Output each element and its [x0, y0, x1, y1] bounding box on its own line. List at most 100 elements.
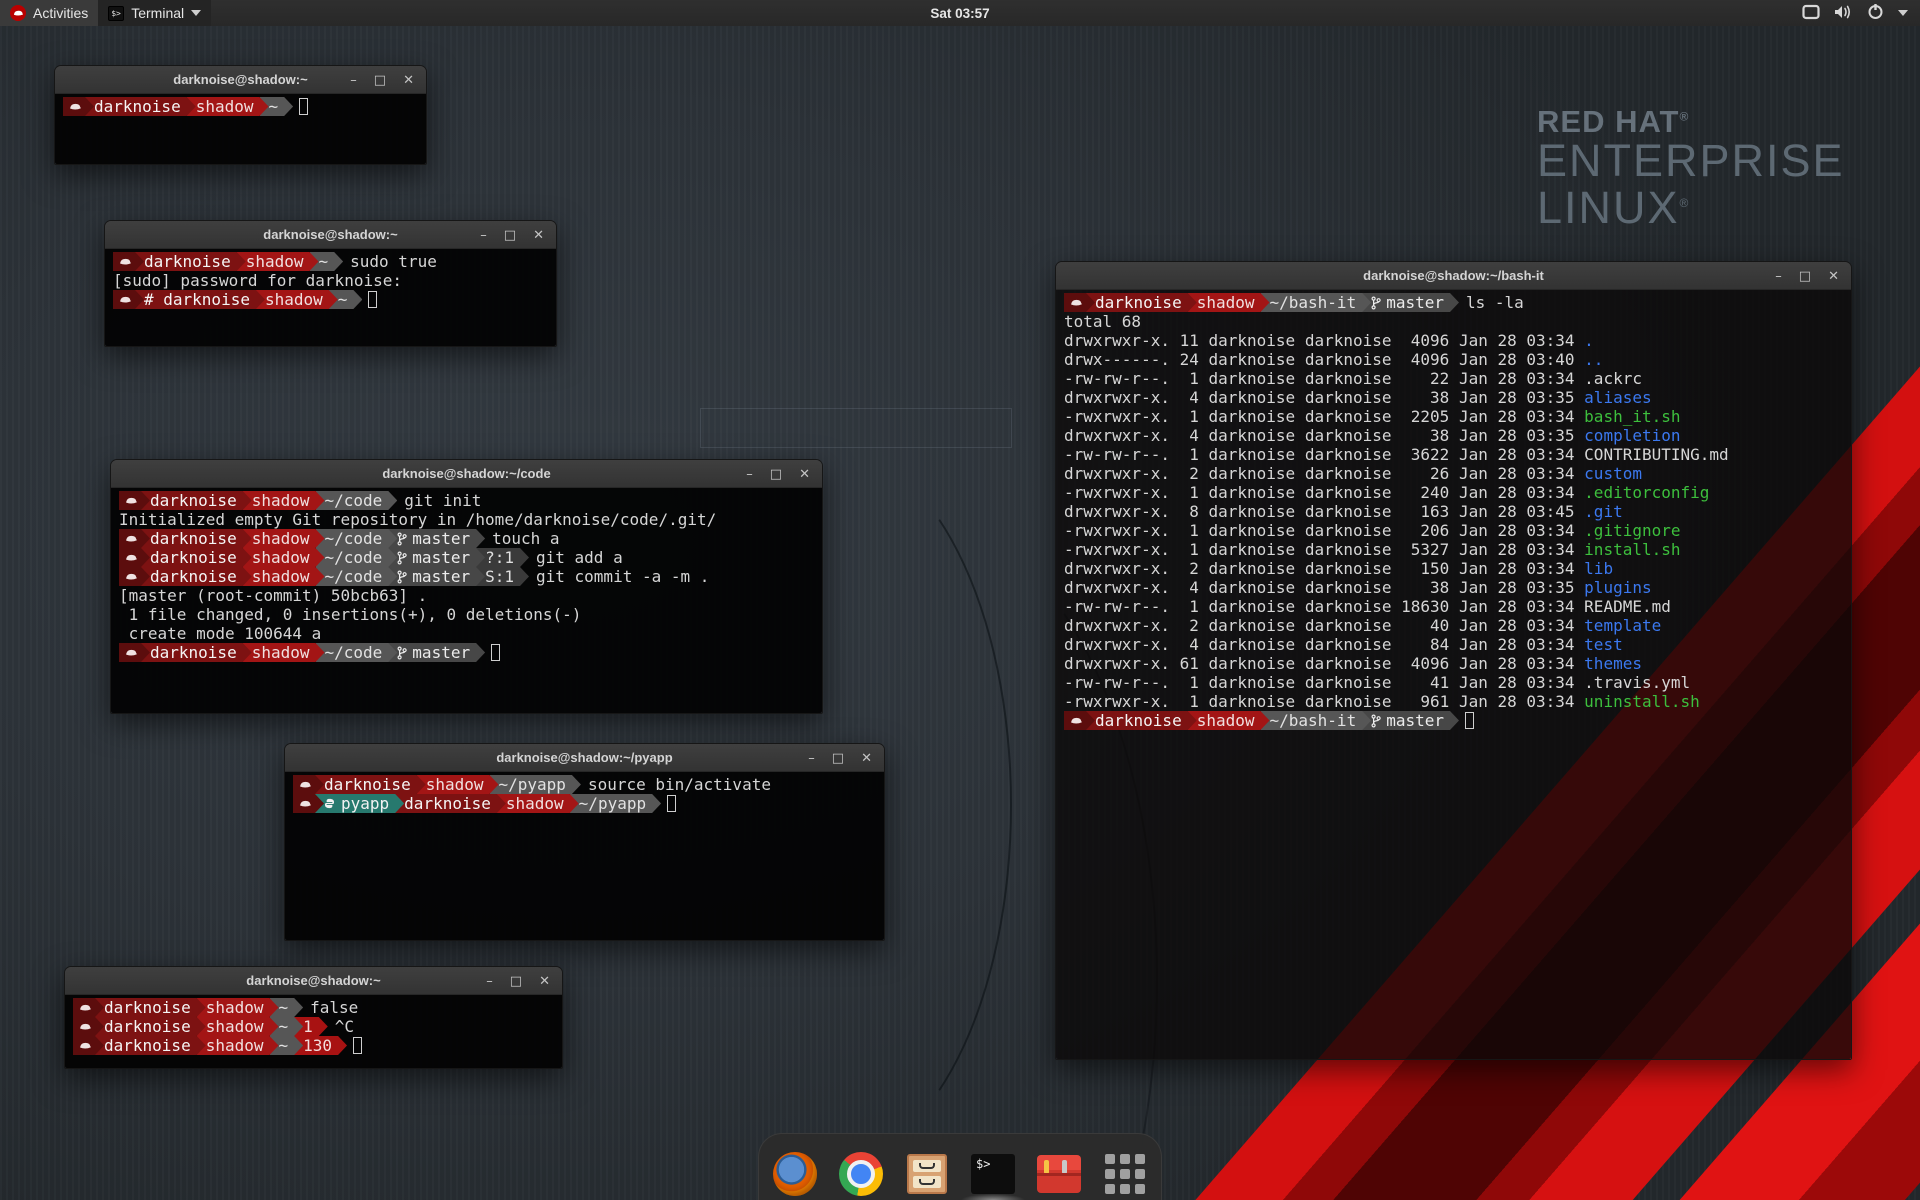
minimize-button[interactable]: – [350, 73, 357, 88]
output-line: drwxrwxr-x. 4 darknoise darknoise 38 Jan… [1064, 388, 1843, 407]
prompt-line: darknoiseshadow~/pyappsource bin/activat… [293, 775, 876, 794]
window-title: darknoise@shadow:~ [173, 72, 307, 87]
output-line: [master (root-commit) 50bcb63] . [119, 586, 814, 605]
close-button[interactable]: ✕ [861, 751, 872, 766]
window-titlebar[interactable]: darknoise@shadow:~/bash-it–□✕ [1056, 262, 1851, 290]
dock: $> [758, 1133, 1162, 1200]
display-icon[interactable] [1802, 4, 1820, 23]
prompt-segment-user: darknoise [135, 252, 246, 271]
terminal-content[interactable]: darknoiseshadow~falsedarknoiseshadow~1^C… [65, 995, 562, 1068]
redhat-branding: RED HAT® ENTERPRISE LINUX® [1537, 106, 1845, 232]
close-button[interactable]: ✕ [403, 73, 414, 88]
activities-label: Activities [33, 5, 88, 21]
grid-dot [1135, 1184, 1145, 1194]
window-title: darknoise@shadow:~/pyapp [496, 750, 672, 765]
file-meta: drwx------. 24 darknoise darknoise 4096 … [1064, 350, 1584, 369]
terminal-cursor [1465, 712, 1474, 729]
minimize-button[interactable]: – [486, 974, 493, 989]
dock-item-firefox[interactable] [772, 1151, 818, 1197]
terminal-content[interactable]: darknoiseshadow~sudo true[sudo] password… [105, 249, 556, 346]
volume-icon[interactable] [1834, 4, 1853, 23]
close-button[interactable]: ✕ [533, 228, 544, 243]
terminal-content[interactable]: darknoiseshadow~/bash-itmasterls -latota… [1056, 290, 1851, 1059]
terminal-content[interactable]: darknoiseshadow~/codegit initInitialized… [111, 488, 822, 713]
redhat-icon [119, 257, 132, 266]
file-name: .gitignore [1584, 521, 1680, 540]
prompt-segment-git: master [1362, 711, 1459, 730]
prompt-line: darknoiseshadow~130 [73, 1036, 554, 1055]
prompt-segment-git: master [388, 548, 485, 567]
maximize-button[interactable]: □ [374, 73, 386, 88]
prompt-line: darknoiseshadow~/codemastertouch a [119, 529, 814, 548]
activities-button[interactable]: Activities [0, 0, 98, 26]
output-line: create mode 100644 a [119, 624, 814, 643]
prompt-segment-host: shadow [497, 794, 579, 813]
prompt-segment-git: master [388, 529, 485, 548]
dock-item-terminal[interactable]: $> [970, 1151, 1016, 1197]
prompt-segment-path: ~/bash-it [1261, 293, 1372, 312]
maximize-button[interactable]: □ [770, 467, 782, 482]
power-icon[interactable] [1867, 3, 1884, 23]
window-titlebar[interactable]: darknoise@shadow:~ – □ ✕ [55, 66, 426, 94]
dock-item-app-grid[interactable] [1102, 1151, 1148, 1197]
minimize-button[interactable]: – [1775, 269, 1782, 284]
prompt-segment-host: shadow [256, 290, 338, 309]
chrome-icon [839, 1152, 883, 1196]
prompt-line: darknoiseshadow~/codemasterS:1git commit… [119, 567, 814, 586]
grid-dot [1120, 1169, 1130, 1179]
git-branch-icon [397, 551, 407, 565]
prompt-line: darknoiseshadow~/bash-itmasterls -la [1064, 293, 1843, 312]
file-name: plugins [1584, 578, 1651, 597]
prompt-line: darknoiseshadow~/codemaster?:1git add a [119, 548, 814, 567]
prompt-segment-git: master [1362, 293, 1459, 312]
terminal-cursor [368, 291, 377, 308]
grid-dot [1120, 1154, 1130, 1164]
dock-item-toolbox[interactable] [1036, 1151, 1082, 1197]
close-button[interactable]: ✕ [1828, 269, 1839, 284]
prompt-segment-path: ~/code [316, 643, 398, 662]
file-meta: -rwxrwxr-x. 1 darknoise darknoise 240 Ja… [1064, 483, 1584, 502]
clock[interactable]: Sat 03:57 [930, 6, 989, 21]
system-menu-chevron-icon[interactable] [1898, 10, 1908, 16]
prompt-segment-host: shadow [243, 643, 325, 662]
file-meta: drwxrwxr-x. 2 darknoise darknoise 40 Jan… [1064, 616, 1584, 635]
maximize-button[interactable]: □ [1799, 269, 1811, 284]
output-text: [master (root-commit) 50bcb63] . [119, 586, 427, 605]
prompt-segment-user: # darknoise [135, 290, 265, 309]
maximize-button[interactable]: □ [504, 228, 516, 243]
output-text: [sudo] password for darknoise: [113, 271, 402, 290]
window-titlebar[interactable]: darknoise@shadow:~/pyapp – □ ✕ [285, 744, 884, 772]
close-button[interactable]: ✕ [799, 467, 810, 482]
maximize-button[interactable]: □ [832, 751, 844, 766]
terminal-cursor [299, 98, 308, 115]
window-titlebar[interactable]: darknoise@shadow:~–□✕ [105, 221, 556, 249]
redhat-icon [1070, 716, 1083, 725]
redhat-icon [125, 553, 138, 562]
terminal-content[interactable]: darknoiseshadow~/pyappsource bin/activat… [285, 772, 884, 940]
terminal-content[interactable]: darknoiseshadow~ [55, 94, 426, 164]
file-meta: drwxrwxr-x. 4 darknoise darknoise 84 Jan… [1064, 635, 1584, 654]
redhat-logo-icon [10, 5, 26, 21]
terminal-icon: $> [971, 1154, 1015, 1194]
maximize-button[interactable]: □ [510, 974, 522, 989]
prompt-segment-user: darknoise [395, 794, 506, 813]
command-text: git init [388, 491, 481, 510]
grid-dot [1105, 1154, 1115, 1164]
app-menu-button[interactable]: $> Terminal [98, 0, 211, 26]
dock-item-files[interactable] [904, 1151, 950, 1197]
minimize-button[interactable]: – [480, 228, 487, 243]
prompt-segment-user: darknoise [141, 529, 252, 548]
file-name: .. [1584, 350, 1603, 369]
prompt-line: # darknoiseshadow~ [113, 290, 548, 309]
minimize-button[interactable]: – [746, 467, 753, 482]
dock-item-chrome[interactable] [838, 1151, 884, 1197]
minimize-button[interactable]: – [808, 751, 815, 766]
prompt-segment-path: ~/code [316, 529, 398, 548]
prompt-segment-host: shadow [243, 491, 325, 510]
window-titlebar[interactable]: darknoise@shadow:~/code–□✕ [111, 460, 822, 488]
file-meta: -rw-rw-r--. 1 darknoise darknoise 3622 J… [1064, 445, 1584, 464]
command-text: git commit -a -m . [520, 567, 709, 586]
redhat-icon [125, 648, 138, 657]
close-button[interactable]: ✕ [539, 974, 550, 989]
window-titlebar[interactable]: darknoise@shadow:~–□✕ [65, 967, 562, 995]
